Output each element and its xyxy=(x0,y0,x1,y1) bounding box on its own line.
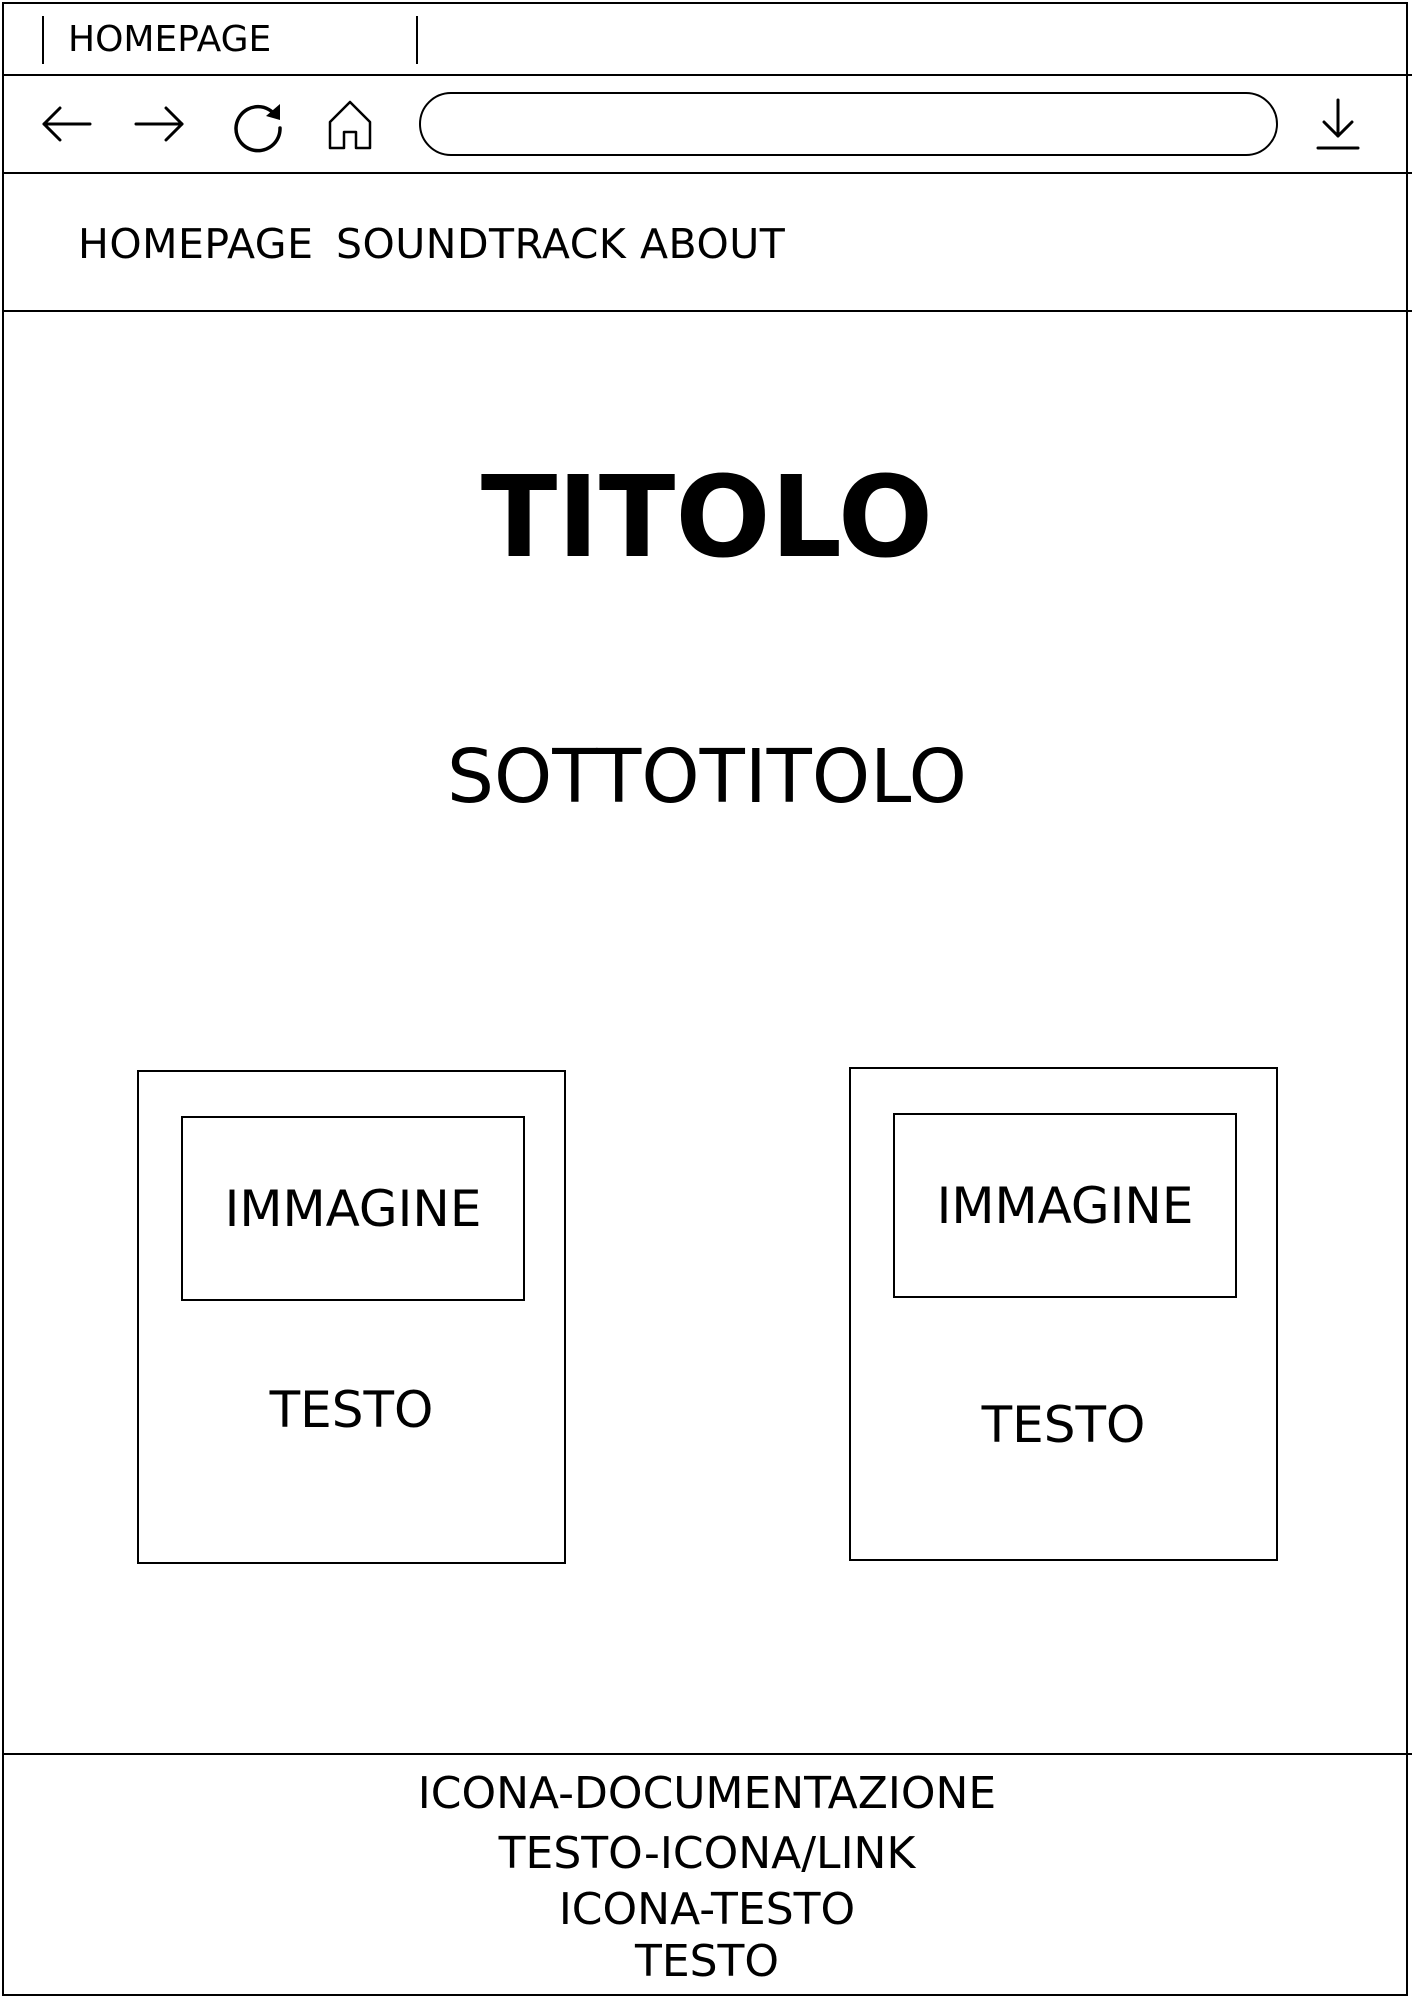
card-image-placeholder: IMMAGINE xyxy=(181,1116,525,1301)
nav-item-about[interactable]: ABOUT xyxy=(640,217,785,271)
tab-divider-left xyxy=(42,16,44,64)
page-subtitle: SOTTOTITOLO xyxy=(447,734,967,820)
nav-item-soundtrack[interactable]: SOUNDTRACK xyxy=(336,217,626,271)
card-text: TESTO xyxy=(981,1396,1146,1454)
content-card[interactable]: IMMAGINE TESTO xyxy=(849,1067,1278,1561)
card-text: TESTO xyxy=(269,1381,434,1439)
footer-documentation-icon-label[interactable]: ICONA-DOCUMENTAZIONE xyxy=(0,1768,1414,1820)
navbar-divider xyxy=(2,310,1412,312)
page-title: TITOLO xyxy=(480,453,934,583)
address-bar[interactable] xyxy=(419,92,1278,156)
tab-divider-right xyxy=(416,16,418,64)
footer-text: TESTO xyxy=(634,1936,780,1987)
forward-arrow-icon[interactable] xyxy=(130,94,190,154)
back-arrow-icon[interactable] xyxy=(36,94,96,154)
browser-tab[interactable]: HOMEPAGE xyxy=(68,16,271,64)
site-navigation: HOMEPAGE SOUNDTRACK ABOUT xyxy=(0,175,1414,311)
reload-icon[interactable] xyxy=(228,94,288,154)
footer-icon-text[interactable]: ICONA-TESTO xyxy=(0,1884,1414,1936)
footer-link[interactable]: TESTO-ICONA/LINK xyxy=(0,1828,1414,1880)
card-image-placeholder: IMMAGINE xyxy=(893,1113,1237,1298)
address-input[interactable] xyxy=(421,94,1276,154)
home-icon[interactable] xyxy=(320,94,380,154)
nav-item-homepage[interactable]: HOMEPAGE xyxy=(78,217,314,271)
footer-divider xyxy=(2,1753,1412,1755)
browser-tab-bar: HOMEPAGE xyxy=(0,0,1414,76)
card-image-label: IMMAGINE xyxy=(224,1179,482,1238)
browser-toolbar xyxy=(0,76,1414,174)
content-card[interactable]: IMMAGINE TESTO xyxy=(137,1070,566,1564)
download-icon[interactable] xyxy=(1308,94,1368,154)
toolbar-divider xyxy=(2,172,1412,174)
card-image-label: IMMAGINE xyxy=(936,1176,1194,1235)
